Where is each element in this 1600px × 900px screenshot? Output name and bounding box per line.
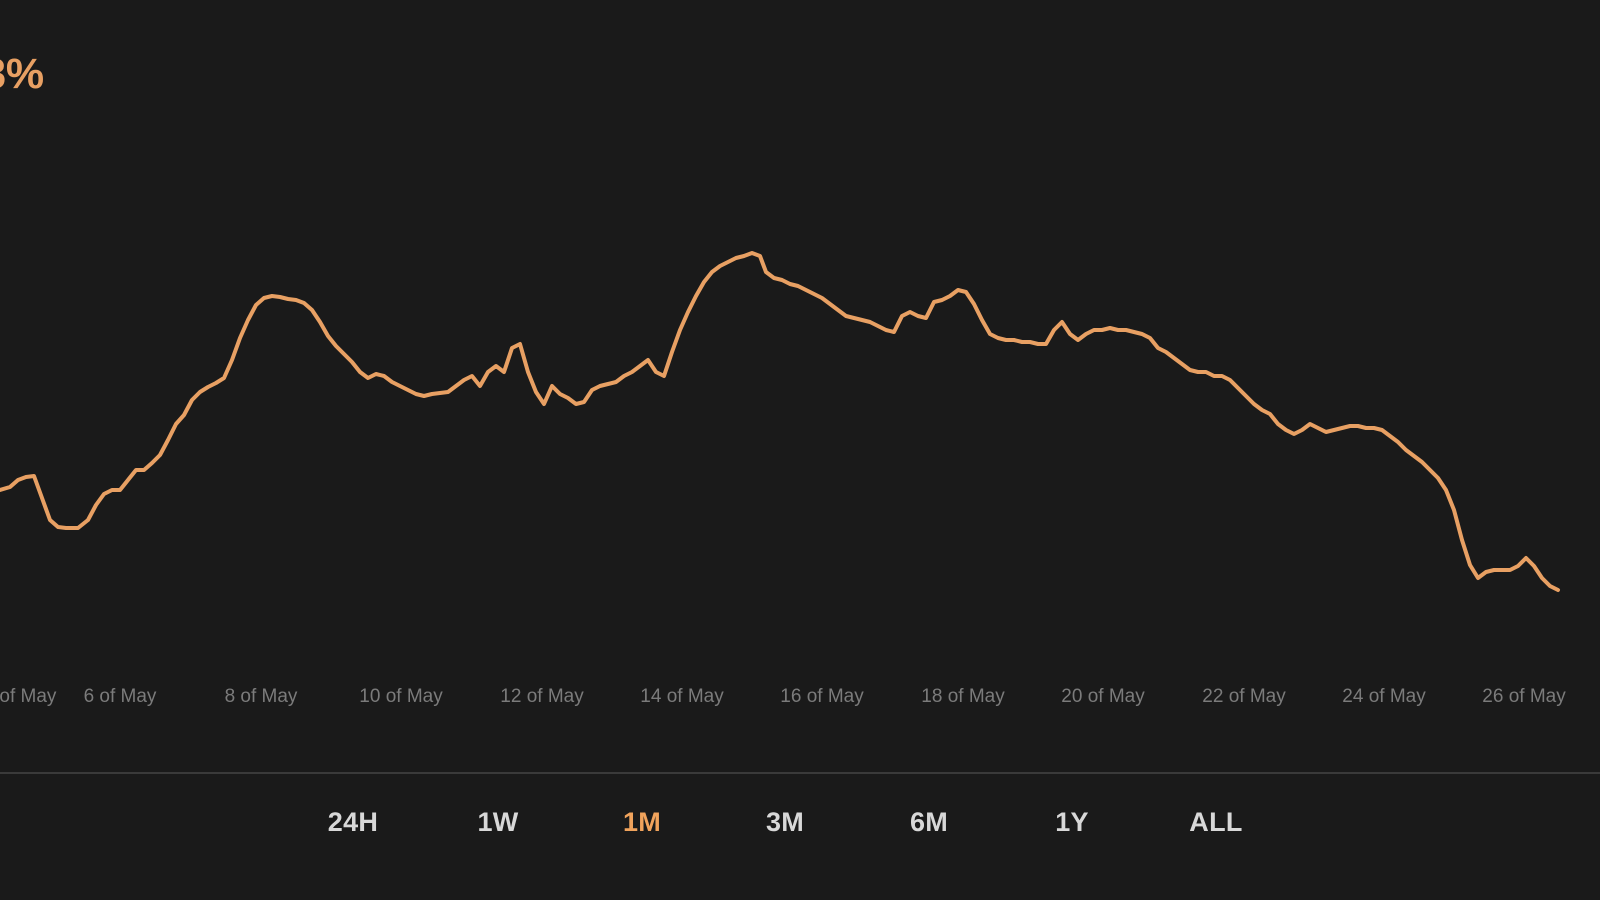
x-axis-tick-3: 10 of May <box>359 686 443 707</box>
time-range-selector: 24H 1W 1M 3M 6M 1Y ALL <box>0 775 1600 900</box>
x-axis-tick-8: 20 of May <box>1061 686 1145 707</box>
price-series-line <box>0 251 1560 592</box>
x-axis-tick-4: 12 of May <box>500 686 584 707</box>
price-chart-app: 8% 4 of May6 of May8 of May10 of May12 o… <box>0 0 1600 900</box>
x-axis-tick-10: 24 of May <box>1342 686 1426 707</box>
range-button-all[interactable]: ALL <box>1183 805 1248 840</box>
x-axis-tick-0: 4 of May <box>0 686 57 707</box>
x-axis-tick-7: 18 of May <box>921 686 1005 707</box>
range-button-1w[interactable]: 1W <box>471 805 524 840</box>
chart-region: 8% 4 of May6 of May8 of May10 of May12 o… <box>0 0 1600 775</box>
x-axis-tick-6: 16 of May <box>780 686 864 707</box>
price-line-chart <box>0 251 1560 592</box>
range-button-1y[interactable]: 1Y <box>1049 805 1095 840</box>
range-button-3m[interactable]: 3M <box>760 805 810 840</box>
x-axis-tick-labels: 4 of May 6 of May 8 of May 10 of May 12 of M… <box>0 686 1600 730</box>
range-button-6m[interactable]: 6M <box>904 805 954 840</box>
x-axis-tick-11: 26 of May <box>1482 686 1566 707</box>
range-button-1m[interactable]: 1M <box>617 805 667 840</box>
x-axis-tick-2: 8 of May <box>224 686 298 707</box>
section-divider <box>0 772 1600 774</box>
x-axis-tick-1: 6 of May <box>83 686 157 707</box>
x-axis-tick-5: 14 of May <box>640 686 724 707</box>
x-axis-tick-9: 22 of May <box>1202 686 1286 707</box>
range-button-24h[interactable]: 24H <box>322 805 384 840</box>
